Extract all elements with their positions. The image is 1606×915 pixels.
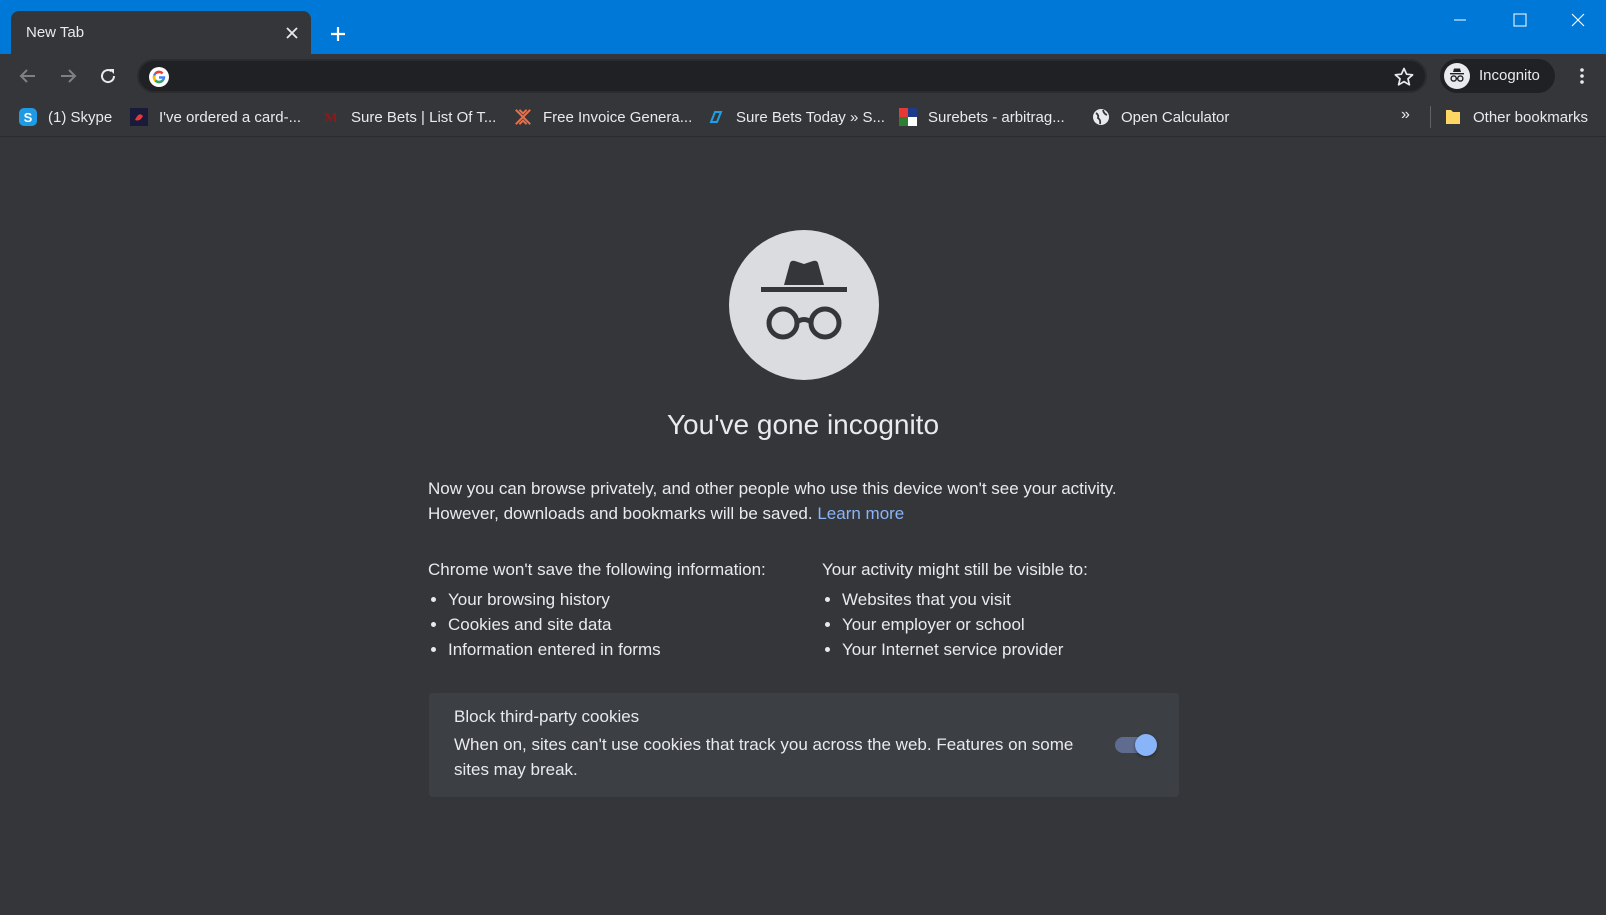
list-item: Your browsing history	[448, 587, 808, 612]
learn-more-link[interactable]: Learn more	[817, 504, 904, 523]
bookmark-card-order[interactable]: I've ordered a card-...	[130, 105, 301, 129]
other-bookmarks-folder[interactable]: Other bookmarks	[1444, 105, 1588, 129]
card-favicon	[130, 108, 148, 126]
list-item: Information entered in forms	[448, 637, 808, 662]
address-input[interactable]	[179, 65, 1363, 89]
incognito-avatar-icon	[1444, 63, 1470, 89]
reload-icon	[101, 69, 116, 84]
bookmark-free-invoice[interactable]: Free Invoice Genera...	[514, 105, 692, 129]
tab-close-icon[interactable]	[281, 22, 303, 44]
profile-label: Incognito	[1479, 67, 1540, 84]
page-title: You've gone incognito	[666, 409, 940, 440]
forward-button[interactable]	[54, 62, 82, 90]
bookmarks-overflow-button[interactable]: »	[1401, 106, 1410, 124]
more-vert-icon	[1580, 68, 1584, 84]
minimize-button[interactable]	[1432, 0, 1488, 40]
surebets-today-favicon	[707, 108, 725, 126]
title-bar: New Tab	[0, 0, 1606, 54]
list-item: Your employer or school	[842, 612, 1202, 637]
arbitrage-favicon	[899, 108, 917, 126]
bookmark-open-calculator[interactable]: Open Calculator	[1092, 105, 1229, 129]
third-party-cookies-card: Block third-party cookies When on, sites…	[429, 693, 1179, 797]
svg-text:S: S	[24, 110, 33, 125]
close-window-button[interactable]	[1550, 0, 1606, 40]
bookmark-sure-bets-list[interactable]: M Sure Bets | List Of T...	[322, 105, 496, 129]
folder-icon	[1444, 108, 1462, 126]
bookmark-skype[interactable]: S (1) Skype	[19, 105, 112, 129]
address-bar[interactable]	[137, 59, 1427, 93]
skype-icon: S	[19, 108, 37, 126]
globe-icon	[1092, 108, 1110, 126]
block-cookies-toggle[interactable]	[1115, 734, 1157, 756]
list-item: Your Internet service provider	[842, 637, 1202, 662]
intro-text: Now you can browse privately, and other …	[428, 479, 1117, 523]
list-item: Websites that you visit	[842, 587, 1202, 612]
toggle-knob	[1135, 734, 1157, 756]
bookmarks-divider	[1430, 106, 1431, 128]
svg-text:M: M	[324, 111, 337, 126]
back-arrow-icon	[19, 69, 35, 83]
google-icon	[149, 67, 169, 87]
list-item: Cookies and site data	[448, 612, 808, 637]
bookmark-sure-bets-today[interactable]: Sure Bets Today » S...	[707, 105, 885, 129]
maximize-button[interactable]	[1492, 0, 1548, 40]
chrome-menu-button[interactable]	[1568, 62, 1596, 90]
new-tab-button[interactable]	[324, 20, 352, 48]
tab-new-tab[interactable]: New Tab	[11, 11, 311, 54]
toolbar: Incognito	[0, 54, 1606, 98]
surebets-favicon: M	[322, 108, 340, 126]
reload-button[interactable]	[94, 62, 122, 90]
forward-arrow-icon	[61, 69, 77, 83]
still-visible-heading: Your activity might still be visible to:	[822, 560, 1088, 579]
incognito-icon	[729, 230, 879, 380]
bookmark-surebets-arbitrage[interactable]: Surebets - arbitrag...	[899, 105, 1065, 129]
not-saved-section: Chrome won't save the following informat…	[428, 557, 808, 662]
back-button[interactable]	[14, 62, 42, 90]
tab-title: New Tab	[26, 24, 85, 41]
cookie-card-description: When on, sites can't use cookies that tr…	[454, 735, 1074, 779]
cookie-card-title: Block third-party cookies	[454, 707, 640, 726]
bookmarks-bar: S (1) Skype I've ordered a card-... M Su…	[0, 98, 1606, 137]
bookmark-star-icon[interactable]	[1393, 66, 1415, 88]
invoice-favicon	[514, 108, 532, 126]
not-saved-heading: Chrome won't save the following informat…	[428, 560, 766, 579]
incognito-page: You've gone incognito Now you can browse…	[0, 137, 1606, 915]
incognito-profile-button[interactable]: Incognito	[1440, 59, 1555, 93]
still-visible-section: Your activity might still be visible to:…	[822, 557, 1202, 662]
